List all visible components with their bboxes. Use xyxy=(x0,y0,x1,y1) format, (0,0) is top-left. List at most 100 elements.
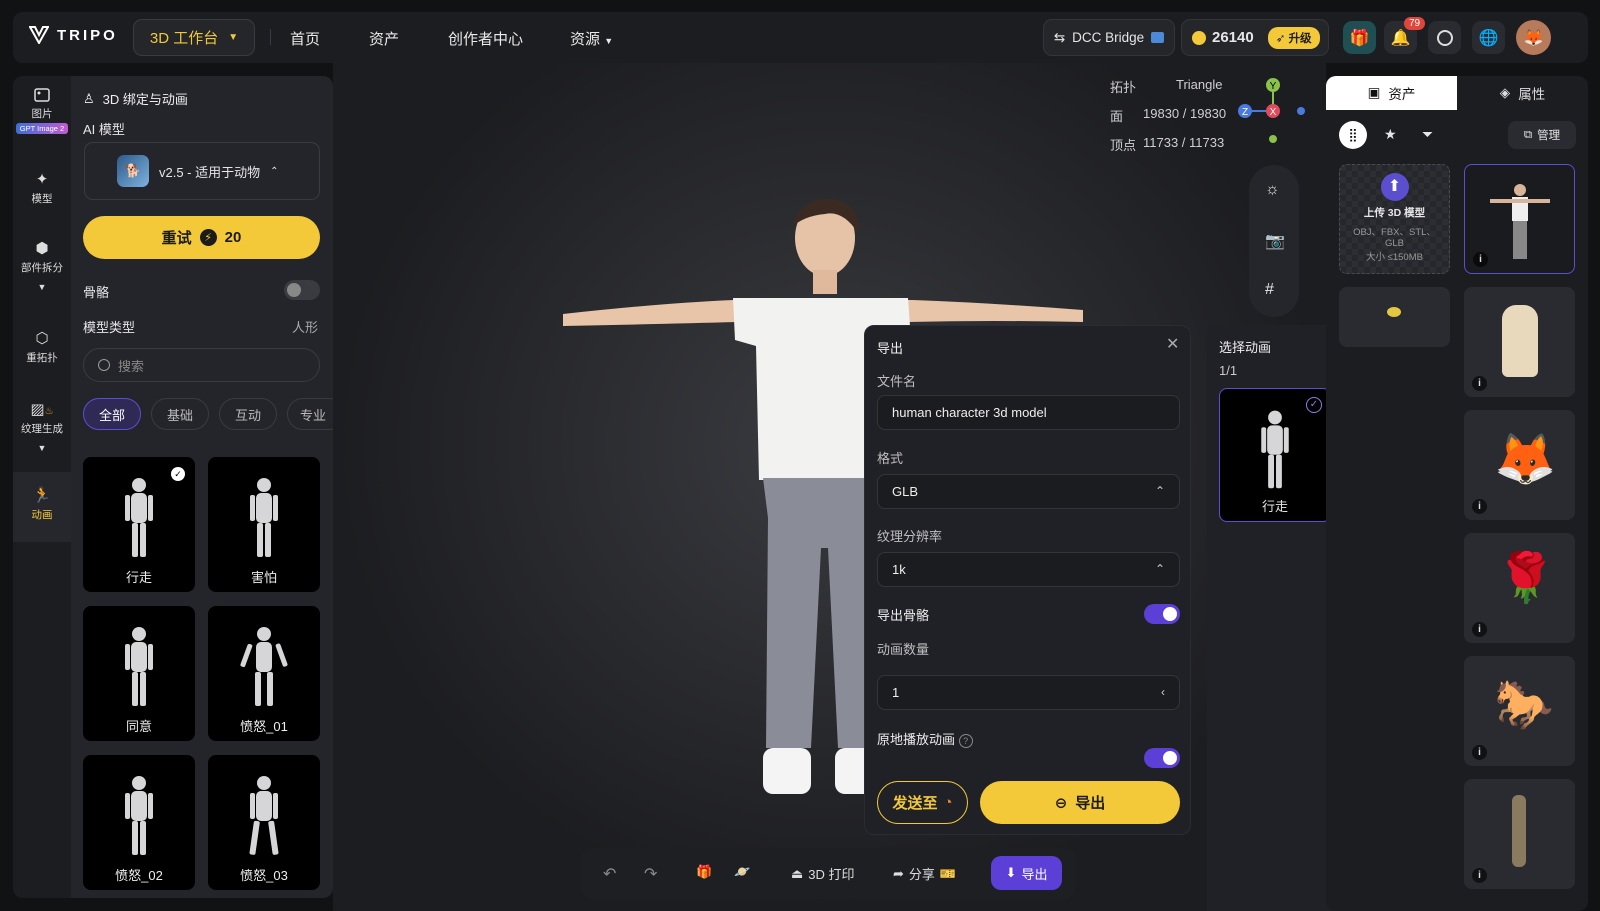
info-icon[interactable]: i xyxy=(1472,376,1487,391)
asset-thumb-horse[interactable]: 🐎 i xyxy=(1464,656,1575,766)
sidebar-item-image[interactable]: 图片 GPT Image 2 xyxy=(13,88,71,134)
grid-view-button[interactable]: ⣿ xyxy=(1339,121,1367,149)
manage-button[interactable]: ⧉ 管理 xyxy=(1508,121,1576,149)
anim-card-scared[interactable]: 害怕 xyxy=(208,457,320,592)
printer-icon: ⏏ xyxy=(791,865,804,881)
anim-card-angry-03[interactable]: 愤怒_03 xyxy=(208,755,320,890)
mannequin-icon xyxy=(250,478,278,557)
3d-print-button[interactable]: ⏏ 3D 打印 xyxy=(791,864,855,883)
nav-resources[interactable]: 资源 ▼ xyxy=(570,28,613,49)
asset-thumb-piston[interactable]: i xyxy=(1464,779,1575,889)
sidebar-item-model[interactable]: ✦ 模型 xyxy=(13,170,71,206)
info-icon[interactable]: i xyxy=(1472,868,1487,883)
anim-count-select[interactable]: 1 ‹ xyxy=(877,675,1180,710)
sidebar-item-retopology[interactable]: ⬡ 重拓扑 xyxy=(13,329,71,365)
dcc-bridge-button[interactable]: ⇆ DCC Bridge xyxy=(1043,19,1175,56)
box-icon: ▣ xyxy=(1367,85,1381,100)
x-axis-label: X xyxy=(1270,107,1277,118)
close-icon[interactable]: ✕ xyxy=(1166,334,1179,354)
nav-home[interactable]: 首页 xyxy=(290,28,320,49)
filter-all[interactable]: 全部 xyxy=(83,398,141,430)
workspace-dropdown[interactable]: 3D 工作台 ▼ xyxy=(133,19,255,56)
tab-assets[interactable]: ▣ 资产 xyxy=(1326,76,1457,110)
info-icon[interactable]: i xyxy=(1472,622,1487,637)
export-skeleton-label: 导出骨骼 xyxy=(877,608,930,623)
screenshot-button[interactable]: 📷 xyxy=(1265,231,1285,251)
tripo-logo[interactable]: TRIPO xyxy=(29,26,118,44)
grid-icon: # xyxy=(1265,281,1274,298)
texture-resolution-select[interactable]: 1k ⌃ xyxy=(877,552,1180,587)
axis-gizmo[interactable]: Y Z X xyxy=(1233,73,1313,153)
user-avatar[interactable]: 🦊 xyxy=(1516,20,1551,55)
piston-icon xyxy=(1512,795,1526,867)
info-icon[interactable]: i xyxy=(1472,745,1487,760)
grid-button[interactable]: # xyxy=(1265,281,1274,299)
sidebar-item-texture[interactable]: ▨♨ 纹理生成 ▼ xyxy=(13,400,71,453)
upload-3d-model-dropzone[interactable]: ⬆ 上传 3D 模型 OBJ、FBX、STL、GLB 大小 ≤150MB xyxy=(1339,164,1450,274)
bell-icon: 🔔 xyxy=(1390,29,1411,47)
gift-icon: 🎁 xyxy=(1349,29,1370,47)
selected-anim-card[interactable]: ✓ 行走 xyxy=(1219,388,1331,522)
gift-button[interactable]: 🎁 xyxy=(1343,21,1376,54)
retry-button[interactable]: 重试 ⚡ 20 xyxy=(83,216,320,259)
skeleton-toggle[interactable] xyxy=(284,280,320,300)
help-chat-button[interactable] xyxy=(1428,21,1461,54)
upgrade-button[interactable]: ➶ 升级 xyxy=(1267,26,1320,49)
filter-basic[interactable]: 基础 xyxy=(151,398,209,430)
sidebar-item-part-split[interactable]: ⬢ 部件拆分 ▼ xyxy=(13,239,71,292)
info-icon[interactable]: i xyxy=(1472,499,1487,514)
tab-properties[interactable]: ◈ 属性 xyxy=(1457,76,1588,110)
language-button[interactable]: 🌐 xyxy=(1472,21,1505,54)
filter-button[interactable]: ⏷ xyxy=(1422,126,1433,143)
model-type-label: 模型类型 xyxy=(83,320,136,335)
filename-input[interactable]: human character 3d model xyxy=(877,395,1180,430)
filter-interactive[interactable]: 互动 xyxy=(219,398,277,430)
topology-label: 拓扑 xyxy=(1110,80,1137,95)
asset-thumb-partial[interactable] xyxy=(1339,287,1450,347)
anim-card-angry-01[interactable]: 愤怒_01 xyxy=(208,606,320,741)
baobab-tree-icon xyxy=(1502,305,1538,377)
anim-card-walk[interactable]: ✓ 行走 xyxy=(83,457,195,592)
object-thumb-icon xyxy=(1387,307,1401,317)
redo-button[interactable]: ↷ xyxy=(644,864,657,884)
send-to-button[interactable]: 发送至 ◔ xyxy=(877,781,968,824)
caret-down-icon: ▼ xyxy=(228,32,239,43)
inplace-anim-toggle[interactable] xyxy=(1144,748,1180,768)
format-select[interactable]: GLB ⌃ xyxy=(877,474,1180,509)
dog-model-icon: 🐕 xyxy=(117,155,149,187)
fox-icon: 🦊 xyxy=(1494,431,1557,487)
export-skeleton-toggle[interactable] xyxy=(1144,604,1180,624)
asset-thumb-fox[interactable]: 🦊 i xyxy=(1464,410,1575,520)
anim-card-angry-02[interactable]: 愤怒_02 xyxy=(83,755,195,890)
faces-label: 面 xyxy=(1110,109,1124,124)
undo-button[interactable]: ↶ xyxy=(603,864,616,884)
image-icon xyxy=(34,88,50,102)
ai-model-select[interactable]: 🐕 v2.5 - 适用于动物 ⌃ xyxy=(84,142,320,200)
nav-divider xyxy=(270,29,271,45)
share-button[interactable]: ➦ 分享 🎫 xyxy=(893,864,956,883)
filename-label: 文件名 xyxy=(877,374,917,389)
gift-tool-button[interactable]: 🎁 xyxy=(696,864,712,880)
export-toolbar-button[interactable]: ⬇ 导出 xyxy=(991,856,1062,890)
notifications-button[interactable]: 🔔 79 xyxy=(1384,17,1426,54)
nav-creator-center[interactable]: 创作者中心 xyxy=(448,28,523,49)
asset-thumb-rose[interactable]: 🌹 i xyxy=(1464,533,1575,643)
tripo-logo-icon xyxy=(29,26,49,44)
sidebar-item-animation[interactable]: 🏃 动画 xyxy=(13,472,71,542)
favorites-button[interactable]: ★ xyxy=(1384,126,1397,143)
model-type-value[interactable]: 人形 xyxy=(292,317,318,336)
info-icon[interactable]: i xyxy=(1473,252,1488,267)
light-button[interactable]: ☼ xyxy=(1265,181,1280,199)
filter-pro[interactable]: 专业 xyxy=(287,398,333,430)
upload-icon: ⬆ xyxy=(1380,173,1409,201)
asset-thumb-tree[interactable]: i xyxy=(1464,287,1575,397)
ar-view-button[interactable]: 🪐 xyxy=(734,864,750,880)
asset-thumb-human[interactable]: i xyxy=(1464,164,1575,274)
anim-card-agree[interactable]: 同意 xyxy=(83,606,195,741)
nav-assets[interactable]: 资产 xyxy=(369,28,399,49)
dialog-title: 导出 xyxy=(877,341,904,356)
export-confirm-button[interactable]: ⊖ 导出 xyxy=(980,781,1180,824)
credits-chip[interactable]: 26140 ➶ 升级 xyxy=(1181,19,1329,56)
select-anim-title: 选择动画 xyxy=(1219,340,1272,355)
search-input[interactable]: 搜索 xyxy=(83,348,320,382)
